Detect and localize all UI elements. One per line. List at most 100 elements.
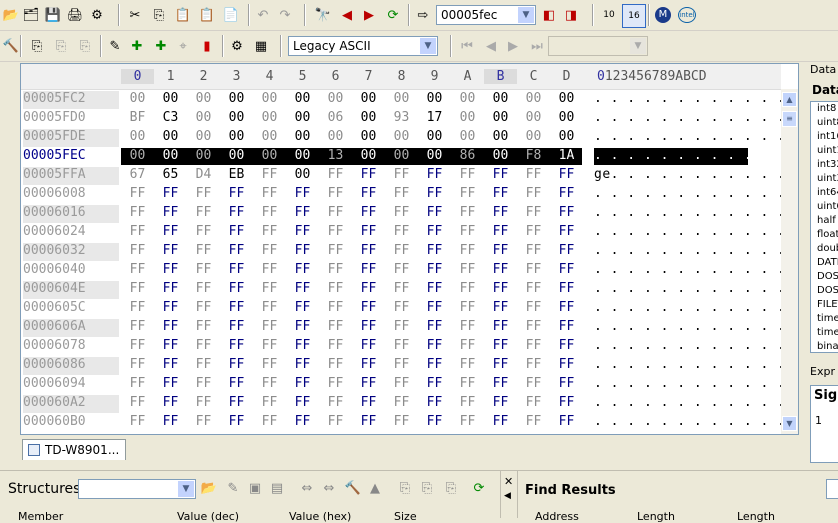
hex-row[interactable]: 00006032 FF FF FF FF FF FF FF FF FF FF FF FF FF FF. . … xyxy=(21,241,798,261)
hex-byte[interactable]: FF xyxy=(154,243,187,258)
hex-byte[interactable]: FF xyxy=(220,205,253,220)
hex-byte[interactable]: FF xyxy=(319,338,352,353)
row-address[interactable]: 00005FD0 xyxy=(23,110,119,128)
row-address[interactable]: 00006094 xyxy=(23,376,119,394)
intel-icon[interactable]: intel xyxy=(676,4,698,26)
hex-byte[interactable]: 00 xyxy=(352,148,385,163)
goto-icon[interactable]: ⇨ xyxy=(412,4,434,26)
ascii-text[interactable]: . . . . . . . . . . . . . . xyxy=(594,414,798,429)
hex-byte[interactable]: FF xyxy=(121,281,154,296)
hex-byte[interactable]: FF xyxy=(484,205,517,220)
inspector-item[interactable]: uint32 xyxy=(811,172,838,186)
find-icon[interactable]: 🔭 xyxy=(312,4,334,26)
hex-byte[interactable]: FF xyxy=(286,186,319,201)
hex-byte[interactable]: 00 xyxy=(187,91,220,106)
hex-byte[interactable]: 00 xyxy=(451,110,484,125)
expressions-box[interactable]: Sign 1 xyxy=(810,385,838,463)
row-address[interactable]: 0000605C xyxy=(23,300,119,318)
hex-byte[interactable]: FF xyxy=(352,224,385,239)
hex-byte[interactable]: 00 xyxy=(154,148,187,163)
hex-byte[interactable]: FF xyxy=(319,300,352,315)
hex-byte[interactable]: FF xyxy=(187,205,220,220)
hex-byte[interactable]: 00 xyxy=(286,167,319,182)
chevron-left-icon[interactable]: ◀ xyxy=(504,491,511,501)
hex-byte[interactable]: FF xyxy=(484,224,517,239)
copy-as-icon[interactable]: ⎘ xyxy=(74,35,96,57)
hex-byte[interactable]: FF xyxy=(484,395,517,410)
inspector-item[interactable]: int64 xyxy=(811,186,838,200)
hex-byte[interactable]: FF xyxy=(550,414,583,429)
calculator-icon[interactable]: ▦ xyxy=(250,35,272,57)
hammer-icon[interactable]: 🔨 xyxy=(0,35,22,57)
redo-icon[interactable]: ↷ xyxy=(274,4,296,26)
copy-struct2-icon[interactable]: ⎘ xyxy=(416,477,438,499)
warning-icon[interactable]: ▲ xyxy=(364,477,386,499)
hex-byte[interactable]: 00 xyxy=(154,91,187,106)
hex-byte[interactable]: FF xyxy=(352,205,385,220)
hex-byte[interactable]: FF xyxy=(517,300,550,315)
scroll-thumb[interactable]: ≡ xyxy=(782,111,797,127)
template-run-icon[interactable]: ✚ xyxy=(126,35,148,57)
tab-file[interactable]: TD-W8901... xyxy=(22,439,127,460)
template-run-all-icon[interactable]: ✚ xyxy=(150,35,172,57)
hex-byte[interactable]: 00 xyxy=(253,148,286,163)
hex-byte[interactable]: FF xyxy=(517,319,550,334)
hex-byte[interactable]: FF xyxy=(319,281,352,296)
hex-byte[interactable]: FF xyxy=(517,357,550,372)
hex-byte[interactable]: FF xyxy=(550,357,583,372)
hex-byte[interactable]: FF xyxy=(550,319,583,334)
hex-byte[interactable]: FF xyxy=(253,319,286,334)
inspector-item[interactable]: uint8 xyxy=(811,116,838,130)
settings-icon[interactable]: ⚙ xyxy=(86,4,108,26)
hex-byte[interactable]: FF xyxy=(451,414,484,429)
hex-byte[interactable]: FF xyxy=(286,395,319,410)
hex-byte[interactable]: FF xyxy=(451,224,484,239)
hex-byte[interactable]: 00 xyxy=(385,91,418,106)
hex-byte[interactable]: FF xyxy=(319,205,352,220)
ascii-text[interactable]: ge. . . . . . . . . . . . xyxy=(594,167,798,182)
copy-text-icon[interactable]: ⎘ xyxy=(50,35,72,57)
hex-byte[interactable]: FF xyxy=(319,357,352,372)
hex-byte[interactable]: 65 xyxy=(154,167,187,182)
hex-byte[interactable]: FF xyxy=(352,281,385,296)
hex-byte[interactable]: F8 xyxy=(517,148,550,163)
hex-byte[interactable]: FF xyxy=(319,395,352,410)
inspector-item[interactable]: FILETIME xyxy=(811,298,838,312)
hex-editor[interactable]: 0123456789ABCD 0123456789ABCD 00005FC2 00… xyxy=(20,63,799,435)
row-address[interactable]: 000060A2 xyxy=(23,395,119,413)
hex-byte[interactable]: 93 xyxy=(385,110,418,125)
hex-byte[interactable]: FF xyxy=(385,376,418,391)
hex-byte[interactable]: FF xyxy=(385,205,418,220)
ascii-text[interactable]: . . . . . . . . . . . . . . xyxy=(594,224,798,239)
hex-byte[interactable]: 00 xyxy=(154,129,187,144)
hex-byte[interactable]: 00 xyxy=(418,129,451,144)
hex-byte[interactable]: FF xyxy=(352,357,385,372)
hex-byte[interactable]: FF xyxy=(154,281,187,296)
hex-byte[interactable]: FF xyxy=(253,414,286,429)
hex-byte[interactable]: FF xyxy=(451,167,484,182)
hex-byte[interactable]: FF xyxy=(517,186,550,201)
inspector-item[interactable]: double xyxy=(811,242,838,256)
hex-byte[interactable]: FF xyxy=(154,376,187,391)
ascii-text[interactable]: . . . . . . . . . . . . . . xyxy=(594,357,798,372)
replace-icon[interactable]: ⟳ xyxy=(382,4,404,26)
row-address[interactable]: 00006024 xyxy=(23,224,119,242)
run-template-icon[interactable]: 🔨 xyxy=(342,477,364,499)
hex-byte[interactable]: FF xyxy=(319,376,352,391)
ascii-text[interactable]: . . . . . . . . . . . . . . xyxy=(594,91,798,106)
hex-byte[interactable]: FF xyxy=(352,262,385,277)
hex-byte[interactable]: FF xyxy=(253,395,286,410)
hex-byte[interactable]: FF xyxy=(352,300,385,315)
hex-byte[interactable]: FF xyxy=(319,186,352,201)
open-recent-icon[interactable]: 🗂 xyxy=(20,4,42,26)
hex-byte[interactable]: FF xyxy=(154,300,187,315)
chevron-down-icon[interactable]: ▼ xyxy=(178,481,194,497)
hex-byte[interactable]: FF xyxy=(352,186,385,201)
hex-row[interactable]: 00006094 FF FF FF FF FF FF FF FF FF FF FF FF FF FF. . … xyxy=(21,374,798,394)
bookmark-prev-icon[interactable]: ◧ xyxy=(538,4,560,26)
hex-byte[interactable]: 00 xyxy=(418,91,451,106)
hex-byte[interactable]: FF xyxy=(286,281,319,296)
template-close-icon[interactable]: ▤ xyxy=(266,477,288,499)
row-address[interactable]: 00006032 xyxy=(23,243,119,261)
row-address[interactable]: 00006016 xyxy=(23,205,119,223)
